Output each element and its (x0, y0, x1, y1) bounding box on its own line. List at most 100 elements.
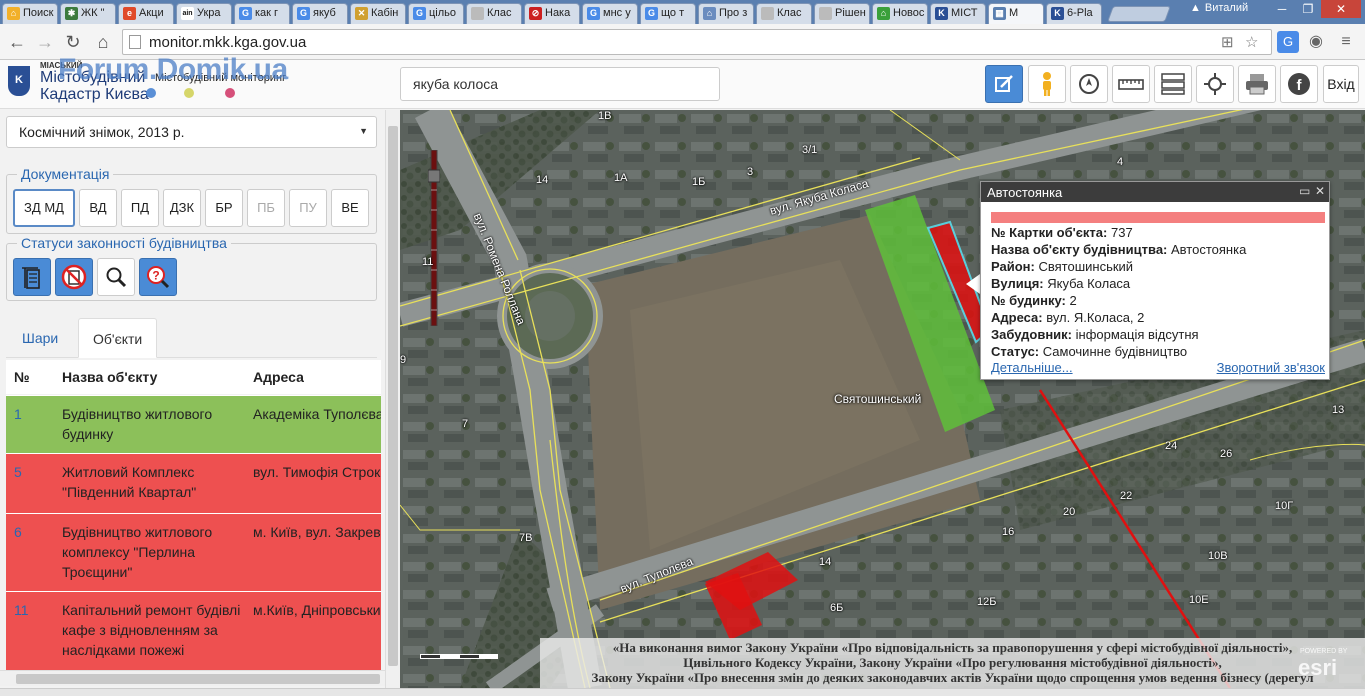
browser-tab[interactable]: Gцільо (408, 3, 464, 24)
building-number-label: 1В (598, 110, 612, 122)
browser-user[interactable]: ▲ Виталий (1190, 2, 1248, 14)
status-search-button[interactable] (97, 258, 135, 296)
scroll-thumb[interactable] (388, 126, 398, 666)
browser-tab[interactable]: Клас (756, 3, 812, 24)
status-illegal-button[interactable] (55, 258, 93, 296)
building-number-label: 24 (1165, 440, 1178, 452)
browser-tab[interactable]: ✕ Кабін (350, 3, 406, 24)
minimize-icon[interactable]: ─ (1269, 0, 1295, 18)
status-construction-button[interactable] (13, 258, 51, 296)
menu-icon[interactable]: ≡ (1335, 31, 1357, 53)
browser-tab[interactable]: ⌂ Про з (698, 3, 754, 24)
feedback-link[interactable]: Зворотний зв'язок (1217, 360, 1325, 375)
locate-button[interactable] (1196, 65, 1234, 103)
browser-tab[interactable]: ain Укра (176, 3, 232, 24)
print-button[interactable] (1238, 65, 1276, 103)
tab-objects[interactable]: Об'єкти (78, 318, 158, 358)
doc-button[interactable]: ЗД МД (13, 189, 75, 227)
popup-field-label: Район: (991, 259, 1035, 274)
hscroll-thumb[interactable] (16, 674, 380, 684)
browser-tab[interactable]: ⊘ Нака (524, 3, 580, 24)
browser-tab[interactable]: ✱ ЖК " (60, 3, 116, 24)
esri-powered-text: POWERED BY (1300, 648, 1348, 655)
bookmark-star-icon[interactable]: ☆ (1245, 33, 1258, 51)
compass-button[interactable] (1070, 65, 1108, 103)
doc-button[interactable]: ПД (121, 189, 159, 227)
close-window-icon[interactable]: ✕ (1321, 0, 1361, 18)
back-icon[interactable]: ← (6, 31, 28, 53)
reload-icon[interactable]: ↻ (62, 31, 84, 53)
kyiv-emblem-icon: K (8, 66, 30, 96)
browser-tab[interactable]: K МІСТ (930, 3, 986, 24)
map-search-input[interactable]: якуба колоса (400, 67, 720, 101)
home-icon[interactable]: ⌂ (92, 31, 114, 53)
table-row[interactable]: 6 Будівництво житлового комплексу "Перлин… (6, 513, 381, 591)
browser-tab[interactable]: ⌂ Поиск (2, 3, 58, 24)
row-name: Житловий Комплекс "Південний Квартал" (62, 464, 197, 500)
esri-logo[interactable]: esri (1298, 655, 1337, 681)
maximize-popup-icon[interactable]: ▭ (1299, 184, 1310, 198)
building-number-label: 7 (462, 418, 469, 430)
popup-field-value: 2 (1069, 293, 1077, 308)
close-popup-icon[interactable]: ✕ (1315, 184, 1325, 198)
browser-tab[interactable]: ▦ М (988, 3, 1044, 24)
details-link[interactable]: Детальніше... (991, 360, 1073, 375)
edit-button[interactable] (985, 65, 1023, 103)
browser-tab[interactable]: Клас (466, 3, 522, 24)
table-row[interactable]: 5 Житловий Комплекс "Південний Квартал" ву… (6, 453, 381, 513)
column-number: № (14, 369, 30, 385)
browser-tab[interactable]: Рішен (814, 3, 870, 24)
ruler-icon (1118, 79, 1144, 90)
column-address: Адреса (253, 369, 304, 385)
doc-button[interactable]: ВД (79, 189, 117, 227)
address-bar[interactable]: monitor.mkk.kga.gov.ua ⊞ ☆ (122, 29, 1272, 55)
doc-button[interactable]: ВЕ (331, 189, 369, 227)
logo-dot (146, 88, 156, 98)
url-text[interactable]: monitor.mkk.kga.gov.ua (149, 34, 306, 51)
facebook-button[interactable]: f (1280, 65, 1318, 103)
sync-icon[interactable]: ◉ (1305, 31, 1327, 53)
browser-tab[interactable]: Gкак г (234, 3, 290, 24)
doc-button[interactable]: ДЗК (163, 189, 201, 227)
sidebar-scrollbar[interactable] (385, 110, 400, 688)
popup-field-value: Святошинський (1038, 259, 1134, 274)
street-view-button[interactable] (1028, 65, 1066, 103)
logo-line2: Кадастр Києва (40, 86, 149, 103)
window-controls: ─ ❐ ✕ (1269, 0, 1361, 18)
translate-icon[interactable]: ⊞ (1221, 33, 1234, 51)
browser-tab[interactable]: Gщо т (640, 3, 696, 24)
tab-label: Нака (545, 7, 571, 19)
objects-table-header: № Назва об'єкту Адреса (6, 360, 381, 394)
forward-icon[interactable]: → (34, 31, 56, 53)
browser-tab[interactable]: ⌂ Новос (872, 3, 928, 24)
row-number: 5 (14, 464, 22, 480)
tab-layers[interactable]: Шари (8, 318, 72, 358)
browser-tab[interactable]: K 6-Pla (1046, 3, 1102, 24)
doc-button[interactable]: БР (205, 189, 243, 227)
legal-line-3: Закону України «Про внесення змін до дея… (591, 670, 1314, 685)
building-number-label: 4 (1117, 156, 1124, 168)
layers-button[interactable] (1154, 65, 1192, 103)
basemap-select[interactable]: Космічний знімок, 2013 р. ▼ (6, 116, 377, 148)
sidebar-hscrollbar[interactable] (0, 670, 385, 686)
doc-button[interactable]: ПБ (247, 189, 285, 227)
row-number: 6 (14, 524, 22, 540)
browser-tab[interactable]: e Акци (118, 3, 174, 24)
maximize-icon[interactable]: ❐ (1295, 0, 1321, 18)
doc-button[interactable]: ПУ (289, 189, 327, 227)
browser-tab[interactable]: Gякуб (292, 3, 348, 24)
google-extension-icon[interactable]: G (1277, 31, 1299, 53)
row-name: Будівництво житлового комплексу "Перлина… (62, 524, 213, 580)
new-tab-button[interactable] (1107, 6, 1171, 22)
zoom-slider[interactable] (428, 150, 440, 326)
status-unknown-button[interactable]: ? (139, 258, 177, 296)
login-button[interactable]: Вхід (1323, 65, 1359, 103)
ruler-button[interactable] (1112, 65, 1150, 103)
table-row[interactable]: 1 Будівництво житлового будинку Академіка … (6, 395, 381, 453)
tab-favicon-icon: G (413, 7, 426, 20)
building-number-label: 22 (1120, 490, 1133, 502)
popup-field: Забудовник: інформація відсутня (991, 326, 1246, 343)
table-row[interactable]: 11 Капітальний ремонт будівлі кафе з відн… (6, 591, 381, 681)
browser-tab[interactable]: Gмнс у (582, 3, 638, 24)
status-legend: Статуси законності будівництва (17, 235, 231, 251)
